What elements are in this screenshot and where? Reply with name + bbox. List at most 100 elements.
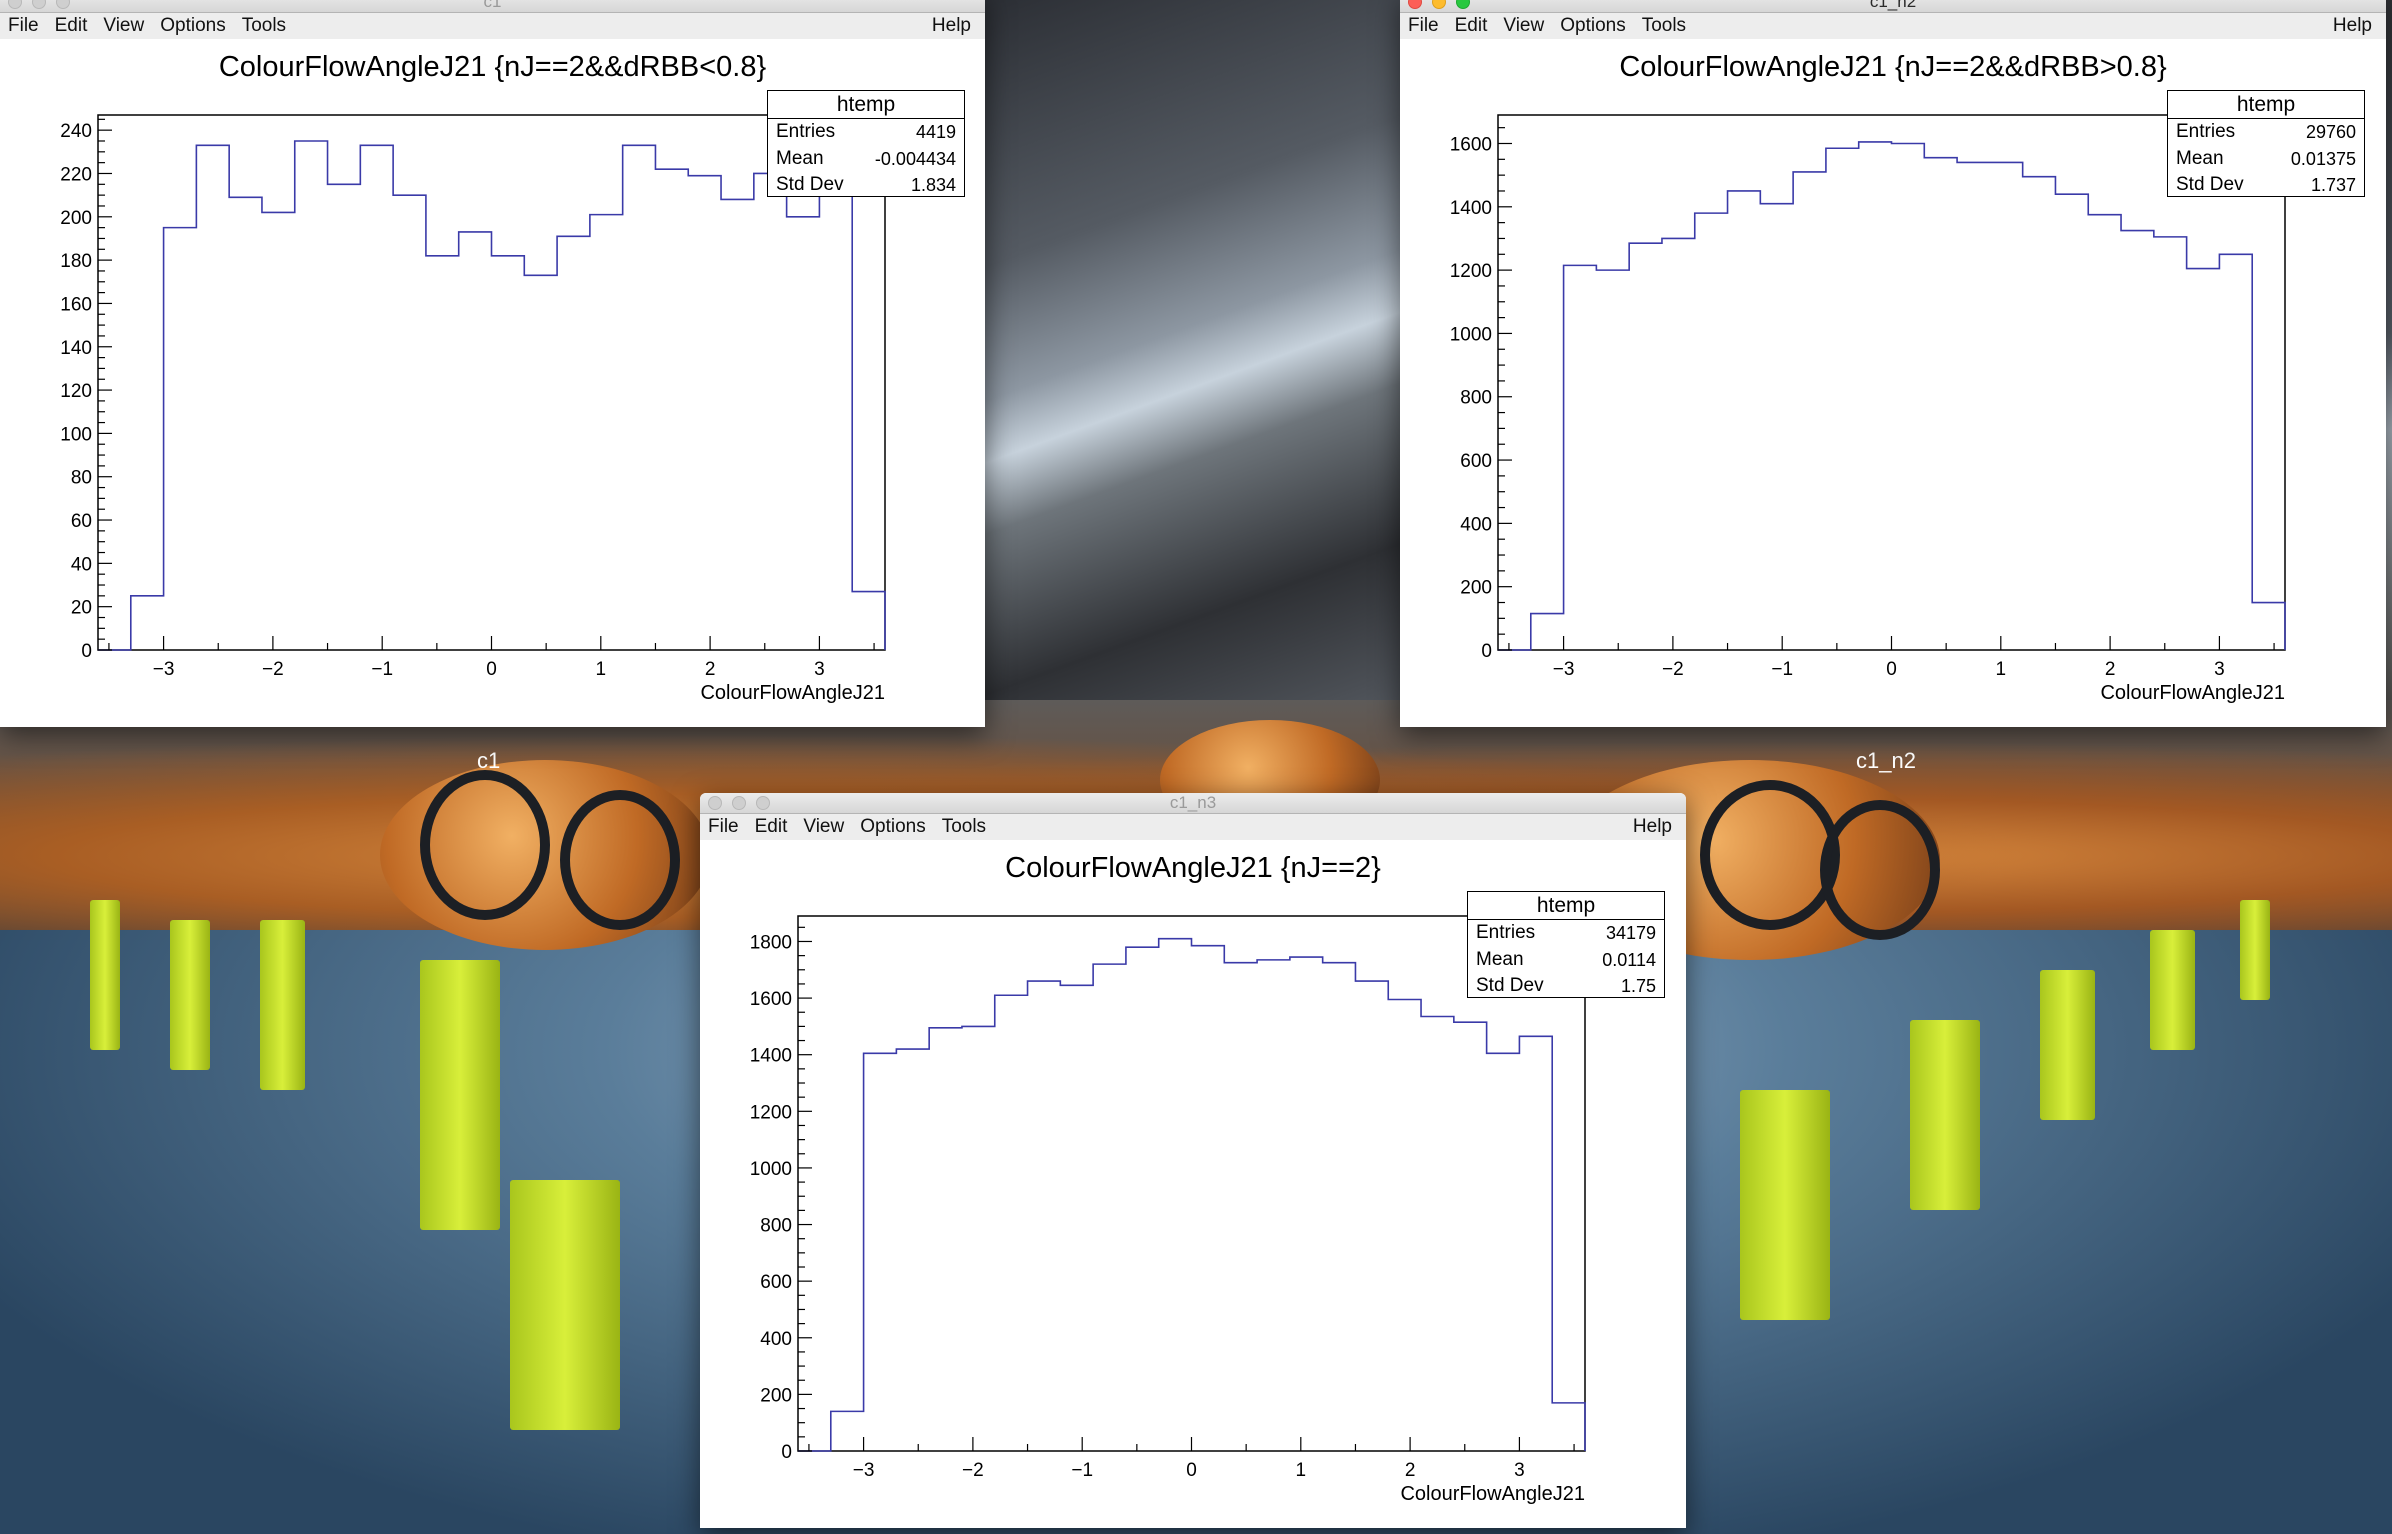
x-tick-label: −2	[262, 659, 284, 680]
y-tick-label: 200	[60, 208, 92, 229]
canvas-window-c1[interactable]: c1 File Edit View Options Tools Help ColourF…	[0, 0, 985, 727]
x-tick-label: 0	[1186, 1460, 1197, 1481]
support-pillar	[510, 1180, 620, 1430]
x-tick-label: 0	[486, 659, 497, 680]
minimize-window-button[interactable]	[1432, 0, 1446, 9]
x-tick-label: 1	[1996, 659, 2007, 680]
menu-file[interactable]: File	[700, 814, 747, 840]
close-window-button[interactable]	[1408, 0, 1422, 9]
stats-entries-label: Entries	[1476, 922, 1536, 943]
stats-std-value: 1.834	[910, 175, 956, 196]
root-canvas[interactable]: ColourFlowAngleJ21 {nJ==2&&dRBB<0.8} −3−…	[0, 39, 985, 727]
x-axis-label: ColourFlowAngleJ21	[2100, 682, 2285, 704]
stats-box[interactable]: htemp Entries 29760 Mean 0.01375 Std Dev 1.…	[2167, 90, 2365, 197]
stats-std-value: 1.737	[2310, 175, 2356, 196]
cable-loop	[560, 790, 680, 930]
y-tick-label: 1000	[1450, 324, 1492, 345]
x-tick-label: 2	[1405, 1460, 1416, 1481]
y-tick-label: 20	[71, 598, 92, 619]
zoom-window-button[interactable]	[56, 0, 70, 9]
close-window-button[interactable]	[708, 796, 722, 810]
y-tick-label: 800	[1460, 388, 1492, 409]
y-tick-label: 600	[760, 1272, 792, 1293]
x-tick-label: −3	[153, 659, 175, 680]
y-tick-label: 1400	[750, 1046, 792, 1067]
window-titlebar[interactable]: c1_n2	[1400, 0, 2386, 13]
root-canvas[interactable]: ColourFlowAngleJ21 {nJ==2&&dRBB>0.8} −3−…	[1400, 39, 2386, 727]
stats-std-value: 1.75	[1620, 976, 1656, 997]
cable-loop	[1820, 800, 1940, 940]
menu-help[interactable]: Help	[1625, 814, 1680, 840]
zoom-window-button[interactable]	[756, 796, 770, 810]
stats-entries-value: 29760	[2305, 122, 2356, 142]
menu-options[interactable]: Options	[152, 13, 233, 39]
desktop-label-c1-n2: c1_n2	[1856, 748, 1916, 773]
stats-mean-label: Mean	[776, 147, 824, 169]
menu-edit[interactable]: Edit	[47, 13, 96, 39]
stats-mean-value: 0.0114	[1602, 949, 1656, 970]
stats-mean-label: Mean	[2176, 147, 2224, 169]
stats-box[interactable]: htemp Entries 4419 Mean -0.004434 Std Dev 1…	[767, 90, 965, 197]
y-tick-label: 1200	[750, 1102, 792, 1123]
y-tick-label: 800	[760, 1216, 792, 1237]
cable-loop	[420, 770, 550, 920]
support-pillar	[1910, 1020, 1980, 1210]
x-tick-label: −1	[1771, 659, 1793, 680]
stats-title: htemp	[2168, 91, 2364, 119]
stats-title: htemp	[1468, 892, 1664, 920]
zoom-window-button[interactable]	[1456, 0, 1470, 9]
y-tick-label: 120	[60, 381, 92, 402]
stats-title: htemp	[768, 91, 964, 119]
menu-file[interactable]: File	[1400, 13, 1447, 39]
x-tick-label: 1	[596, 659, 607, 680]
support-pillar	[2240, 900, 2270, 1000]
menu-view[interactable]: View	[95, 13, 152, 39]
window-title: c1	[483, 0, 502, 11]
menu-view[interactable]: View	[1495, 13, 1552, 39]
x-tick-label: 3	[2214, 659, 2225, 680]
menu-bar: File Edit View Options Tools Help	[0, 13, 985, 40]
menu-options[interactable]: Options	[1552, 13, 1633, 39]
y-tick-label: 40	[71, 554, 92, 575]
support-pillar	[420, 960, 500, 1230]
x-tick-label: −1	[1071, 1460, 1093, 1481]
x-tick-label: 2	[2105, 659, 2116, 680]
minimize-window-button[interactable]	[32, 0, 46, 9]
y-tick-label: 400	[1460, 514, 1492, 535]
menu-edit[interactable]: Edit	[1447, 13, 1496, 39]
x-tick-label: −3	[1553, 659, 1575, 680]
desktop-label-c1: c1	[477, 748, 501, 773]
y-tick-label: 1000	[750, 1159, 792, 1180]
support-pillar	[1740, 1090, 1830, 1320]
y-tick-label: 1600	[1450, 134, 1492, 155]
root-canvas[interactable]: ColourFlowAngleJ21 {nJ==2} −3 −2 −1 0 1 2 3 0 20…	[700, 840, 1686, 1528]
y-tick-label: 240	[60, 121, 92, 142]
canvas-window-c1-n2[interactable]: c1_n2 File Edit View Options Tools Help Colo…	[1400, 0, 2386, 727]
menu-view[interactable]: View	[795, 814, 852, 840]
x-axis-label: ColourFlowAngleJ21	[700, 682, 885, 704]
stats-std-label: Std Dev	[2176, 174, 2244, 196]
stats-std-label: Std Dev	[1476, 975, 1544, 997]
menu-tools[interactable]: Tools	[1634, 13, 1694, 39]
histogram-line	[798, 937, 1586, 1452]
cable-loop	[1700, 780, 1840, 930]
menu-tools[interactable]: Tools	[934, 814, 994, 840]
canvas-window-c1-n3[interactable]: c1_n3 File Edit View Options Tools Help Colo…	[700, 793, 1686, 1528]
menu-help[interactable]: Help	[2325, 13, 2380, 39]
minimize-window-button[interactable]	[732, 796, 746, 810]
stats-entries-label: Entries	[2176, 121, 2236, 142]
menu-options[interactable]: Options	[852, 814, 933, 840]
stats-box[interactable]: htemp Entries 34179 Mean 0.0114 Std Dev 1.7…	[1467, 891, 1665, 998]
window-titlebar[interactable]: c1	[0, 0, 985, 13]
menu-help[interactable]: Help	[924, 13, 979, 39]
close-window-button[interactable]	[8, 0, 22, 9]
menu-file[interactable]: File	[0, 13, 47, 39]
menu-tools[interactable]: Tools	[234, 13, 294, 39]
window-titlebar[interactable]: c1_n3	[700, 793, 1686, 814]
x-tick-label: −3	[853, 1460, 875, 1481]
menu-edit[interactable]: Edit	[747, 814, 796, 840]
support-pillar	[170, 920, 210, 1070]
y-tick-label: 0	[81, 641, 92, 662]
y-tick-label: 600	[1460, 451, 1492, 472]
stats-entries-value: 34179	[1605, 923, 1656, 943]
